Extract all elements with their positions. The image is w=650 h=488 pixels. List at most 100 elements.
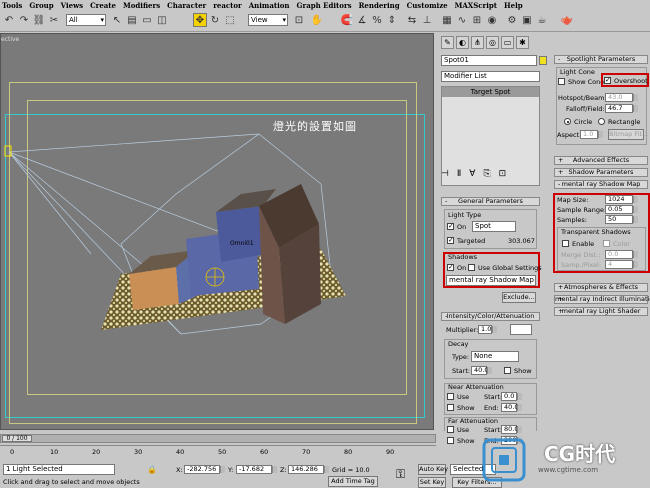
color-checkbox[interactable] <box>603 240 610 247</box>
menu-modifiers[interactable]: Modifiers <box>123 1 160 10</box>
material-editor-icon[interactable]: ◉ <box>485 13 499 27</box>
mirror-icon[interactable]: ⇆ <box>405 13 419 27</box>
intensity-header[interactable]: - Intensity/Color/Attenuation <box>441 312 540 321</box>
layer-manager-icon[interactable]: ▦ <box>440 13 454 27</box>
select-by-name-icon[interactable]: ▤ <box>125 13 139 27</box>
select-object-icon[interactable]: ↖ <box>110 13 124 27</box>
circle-radio[interactable] <box>564 118 571 125</box>
curve-editor-icon[interactable]: ∿ <box>455 13 469 27</box>
x-coord-field[interactable]: -282.756 <box>184 465 225 474</box>
unlink-icon[interactable]: ✂ <box>47 13 61 27</box>
far-start-spinner[interactable]: 80.0 <box>501 425 522 434</box>
manipulate-icon[interactable]: ✋ <box>310 13 324 27</box>
atmospheres-effects-header[interactable]: + Atmospheres & Effects <box>554 283 648 292</box>
mr-shadow-map-header[interactable]: - mental ray Shadow Map <box>554 180 648 189</box>
spinner-snap-icon[interactable]: ⇕ <box>385 13 399 27</box>
shadow-on-checkbox[interactable]: ✓ <box>447 264 454 271</box>
hotspot-spinner[interactable]: 43.0 <box>605 93 638 102</box>
menu-maxscript[interactable]: MAXScript <box>455 1 497 10</box>
menu-group[interactable]: Group <box>29 1 53 10</box>
align-icon[interactable]: ⊥ <box>420 13 434 27</box>
near-start-spinner[interactable]: 0.0 <box>501 392 522 401</box>
near-use-checkbox[interactable] <box>447 393 454 400</box>
advanced-effects-header[interactable]: + Advanced Effects <box>554 156 648 165</box>
selection-filter-dropdown[interactable]: All <box>66 14 106 26</box>
menu-tools[interactable]: Tools <box>2 1 22 10</box>
falloff-spinner[interactable]: 46.7 <box>605 104 638 113</box>
decay-show-checkbox[interactable] <box>504 367 511 374</box>
make-unique-icon[interactable]: ∀ <box>469 169 483 179</box>
light-color-swatch[interactable] <box>510 324 532 335</box>
mr-light-shader-header[interactable]: + mental ray Light Shader <box>554 307 648 316</box>
teapot-render-icon[interactable]: 🫖 <box>560 13 574 27</box>
shadow-parameters-header[interactable]: + Shadow Parameters <box>554 168 648 177</box>
snap-icon[interactable]: 🧲 <box>340 13 354 27</box>
motion-tab-icon[interactable]: ◎ <box>486 36 499 49</box>
auto-key-button[interactable]: Auto Key <box>418 464 448 475</box>
enable-checkbox[interactable] <box>562 240 569 247</box>
select-scale-icon[interactable]: ⬚ <box>223 13 237 27</box>
hierarchy-tab-icon[interactable]: ⋔ <box>471 36 484 49</box>
sample-range-spinner[interactable]: 0.05 <box>605 205 638 214</box>
rectangle-radio[interactable] <box>598 118 605 125</box>
menu-character[interactable]: Character <box>167 1 206 10</box>
select-rotate-icon[interactable]: ↻ <box>208 13 222 27</box>
stack-item-target-spot[interactable]: Target Spot <box>442 87 539 97</box>
pivot-icon[interactable]: ⊡ <box>292 13 306 27</box>
undo-icon[interactable]: ↶ <box>2 13 16 27</box>
perspective-viewport[interactable]: ective 燈光的設置如圖 Omni01 <box>0 33 434 430</box>
set-key-button[interactable]: Set Key <box>418 477 446 488</box>
add-time-tag-button[interactable]: Add Time Tag <box>328 476 378 487</box>
merge-dist-spinner[interactable]: 0.0 <box>605 250 638 259</box>
remove-modifier-icon[interactable]: ⎘ <box>483 169 498 179</box>
menu-reactor[interactable]: reactor <box>213 1 242 10</box>
light-type-dropdown[interactable]: Spot <box>472 221 516 232</box>
decay-start-spinner[interactable]: 40.0 <box>471 366 492 375</box>
light-on-checkbox[interactable]: ✓ <box>447 223 454 230</box>
utilities-tab-icon[interactable]: ✱ <box>516 36 529 49</box>
modifier-list-dropdown[interactable]: Modifier List <box>441 71 540 82</box>
exclude-button[interactable]: Exclude... <box>502 292 536 303</box>
time-slider-thumb[interactable]: 0 / 100 <box>2 435 32 442</box>
angle-snap-icon[interactable]: ∡ <box>355 13 369 27</box>
show-cone-checkbox[interactable] <box>558 78 565 85</box>
modify-tab-icon[interactable]: ◐ <box>456 36 469 49</box>
menu-create[interactable]: Create <box>90 1 116 10</box>
show-end-result-icon[interactable]: Ⅱ <box>457 169 469 179</box>
render-setup-icon[interactable]: ⚙ <box>505 13 519 27</box>
multiplier-spinner[interactable]: 1.0 <box>478 325 497 334</box>
select-move-icon[interactable]: ✥ <box>193 13 207 27</box>
menu-help[interactable]: Help <box>504 1 523 10</box>
near-show-checkbox[interactable] <box>447 404 454 411</box>
shadow-type-dropdown[interactable]: mental ray Shadow Map <box>446 275 536 286</box>
time-slider[interactable]: 0 / 100 <box>0 434 436 443</box>
object-name-field[interactable]: Spot01 <box>441 55 537 66</box>
schematic-icon[interactable]: ⊞ <box>470 13 484 27</box>
use-global-settings-checkbox[interactable] <box>468 264 475 271</box>
bitmap-fit-button[interactable]: Bitmap Fit... <box>608 129 648 140</box>
aspect-spinner[interactable]: 1.0 <box>580 130 603 139</box>
samples-spinner[interactable]: 50 <box>605 215 638 224</box>
lock-icon[interactable]: 🔒 <box>147 465 157 474</box>
spotlight-parameters-header[interactable]: - Spotlight Parameters <box>554 55 648 64</box>
decay-type-dropdown[interactable]: None <box>471 351 519 362</box>
track-bar[interactable]: 0 10 20 30 40 50 60 70 80 90 <box>0 445 436 456</box>
samp-pixel-spinner[interactable]: 4 <box>605 260 638 269</box>
menu-views[interactable]: Views <box>61 1 83 10</box>
quick-render-icon[interactable]: ☕ <box>535 13 549 27</box>
display-tab-icon[interactable]: ▭ <box>501 36 514 49</box>
menu-rendering[interactable]: Rendering <box>359 1 400 10</box>
link-icon[interactable]: ⛓ <box>32 13 46 27</box>
targeted-checkbox[interactable]: ✓ <box>447 237 454 244</box>
menu-customize[interactable]: Customize <box>407 1 448 10</box>
render-frame-icon[interactable]: ▣ <box>520 13 534 27</box>
z-coord-field[interactable]: 146.286 <box>288 465 329 474</box>
window-crossing-icon[interactable]: ◫ <box>155 13 169 27</box>
menu-graph-editors[interactable]: Graph Editors <box>297 1 352 10</box>
y-coord-field[interactable]: -17.682 <box>236 465 277 474</box>
percent-snap-icon[interactable]: % <box>370 13 384 27</box>
general-parameters-header[interactable]: - General Parameters <box>441 197 540 206</box>
overshoot-checkbox[interactable]: ✓ <box>604 77 611 84</box>
redo-icon[interactable]: ↷ <box>17 13 31 27</box>
pin-stack-icon[interactable]: ⊣ <box>441 169 457 179</box>
